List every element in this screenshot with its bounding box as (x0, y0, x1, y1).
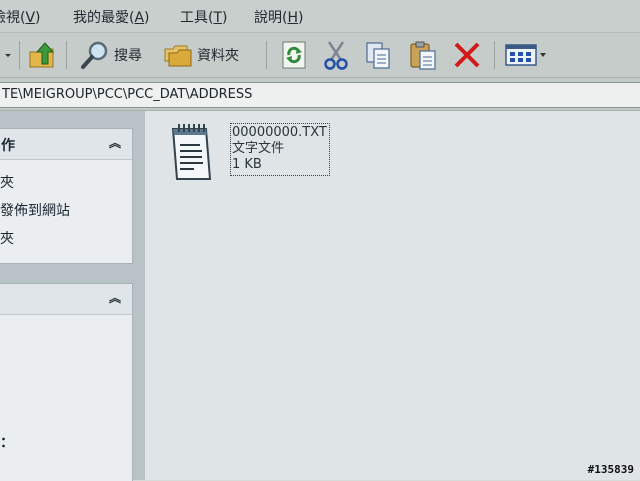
delete-icon (454, 42, 480, 68)
toolbar: 搜尋 資料夾 (0, 33, 640, 78)
search-button[interactable]: 搜尋 (80, 39, 142, 71)
toolbar-separator (66, 41, 67, 69)
cut-icon (324, 41, 348, 70)
text-file-icon (171, 124, 212, 180)
search-icon (81, 41, 108, 69)
copy-button[interactable] (364, 39, 392, 71)
toolbar-separator (494, 41, 495, 69)
paste-button[interactable] (408, 39, 438, 71)
panel-header: ︽ (0, 284, 132, 315)
file-tasks-panel: 作 ︽ 夾 發佈到網站 夾 (0, 128, 133, 264)
collapse-icon[interactable]: ︽ (106, 289, 124, 307)
file-name: 00000000.TXT (232, 125, 327, 140)
delete-button[interactable] (452, 39, 482, 71)
task-pane: 作 ︽ 夾 發佈到網站 夾 ︽ ： (0, 111, 145, 481)
panel-header: 作 ︽ (0, 129, 132, 160)
address-path: TE\MEIGROUP\PCC\PCC_DAT\ADDRESS (2, 87, 253, 102)
folders-icon (164, 45, 192, 67)
menu-help[interactable]: 說明(H) (254, 7, 303, 27)
folders-button[interactable]: 資料夾 (163, 39, 239, 71)
copy-icon (366, 42, 390, 69)
search-label: 搜尋 (114, 48, 142, 64)
other-places-panel: ︽ ： (0, 283, 133, 481)
views-button[interactable] (504, 39, 548, 71)
up-button[interactable] (28, 39, 56, 71)
menu-tools[interactable]: 工具(T) (180, 7, 228, 27)
panel-partial-text: ： (0, 435, 14, 451)
toolbar-separator (266, 41, 267, 69)
watermark: #135839 (587, 463, 634, 476)
file-details[interactable]: 00000000.TXT 文字文件 1 KB (230, 123, 330, 176)
file-list-view[interactable]: 00000000.TXT 文字文件 1 KB (145, 111, 640, 480)
file-type: 文字文件 (232, 141, 285, 156)
task-link[interactable]: 夾 (0, 172, 14, 192)
cut-button[interactable] (322, 39, 350, 71)
panel-title: 作 (1, 138, 15, 154)
menu-view[interactable]: 檢視(V) (0, 7, 41, 27)
task-link-publish[interactable]: 發佈到網站 (0, 200, 70, 220)
views-icon (505, 44, 546, 66)
refresh-icon (282, 41, 306, 69)
folders-label: 資料夾 (197, 48, 239, 64)
menu-bar: 檢視(V) 我的最愛(A) 工具(T) 說明(H) (0, 0, 640, 33)
address-bar: TE\MEIGROUP\PCC\PCC_DAT\ADDRESS (0, 78, 640, 111)
file-item[interactable] (170, 121, 214, 187)
task-link[interactable]: 夾 (0, 228, 14, 248)
paste-icon (410, 41, 436, 70)
up-folder-icon (29, 42, 55, 68)
dropdown-arrow-icon (5, 54, 11, 57)
refresh-button[interactable] (280, 39, 308, 71)
file-size: 1 KB (232, 157, 262, 172)
address-input[interactable]: TE\MEIGROUP\PCC\PCC_DAT\ADDRESS (0, 82, 640, 108)
toolbar-separator (19, 41, 20, 69)
menu-favorites[interactable]: 我的最愛(A) (73, 7, 150, 27)
back-dropdown-button[interactable] (2, 39, 14, 71)
collapse-icon[interactable]: ︽ (106, 134, 124, 152)
